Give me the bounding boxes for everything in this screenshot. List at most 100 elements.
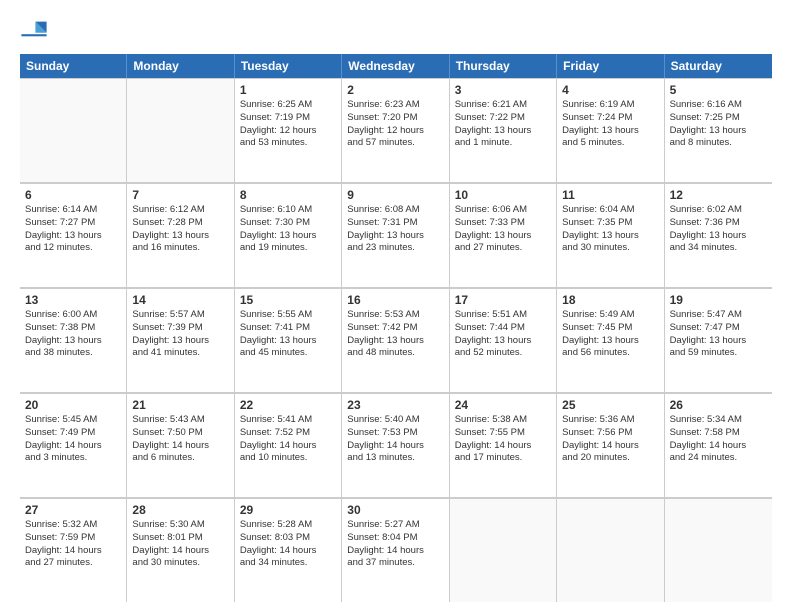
cell-line-27-1: Sunset: 7:59 PM	[25, 532, 121, 545]
cell-line-20-2: Daylight: 14 hours	[25, 440, 121, 453]
day-number-9: 9	[347, 188, 443, 202]
header-wednesday: Wednesday	[342, 54, 449, 78]
logo	[20, 16, 52, 44]
calendar-header: SundayMondayTuesdayWednesdayThursdayFrid…	[20, 54, 772, 78]
cell-line-3-2: Daylight: 13 hours	[455, 125, 551, 138]
header	[20, 16, 772, 44]
day-cell-7: 7Sunrise: 6:12 AMSunset: 7:28 PMDaylight…	[127, 183, 234, 287]
cell-line-18-0: Sunrise: 5:49 AM	[562, 309, 658, 322]
cell-line-30-0: Sunrise: 5:27 AM	[347, 519, 443, 532]
cell-line-21-2: Daylight: 14 hours	[132, 440, 228, 453]
cell-line-14-3: and 41 minutes.	[132, 347, 228, 360]
day-cell-3: 3 Sunrise: 6:21 AMSunset: 7:22 PMDaylight…	[450, 78, 557, 182]
cell-line-22-0: Sunrise: 5:41 AM	[240, 414, 336, 427]
cell-line-8-1: Sunset: 7:30 PM	[240, 217, 336, 230]
cell-line-5-0: Sunrise: 6:16 AM	[670, 99, 767, 112]
cell-line-12-3: and 34 minutes.	[670, 242, 767, 255]
day-number-17: 17	[455, 293, 551, 307]
week-row-4: 20Sunrise: 5:45 AMSunset: 7:49 PMDayligh…	[20, 393, 772, 498]
week-row-1: 1Sunrise: 6:25 AMSunset: 7:19 PMDaylight…	[20, 78, 772, 183]
cell-line-6-3: and 12 minutes.	[25, 242, 121, 255]
cell-line-7-1: Sunset: 7:28 PM	[132, 217, 228, 230]
day-number-5: 5	[670, 83, 767, 97]
cell-line-17-1: Sunset: 7:44 PM	[455, 322, 551, 335]
cell-line-12-2: Daylight: 13 hours	[670, 230, 767, 243]
cell-line-15-0: Sunrise: 5:55 AM	[240, 309, 336, 322]
empty-cell	[450, 498, 557, 602]
day-number-3: 3	[455, 83, 551, 97]
cell-line-30-3: and 37 minutes.	[347, 557, 443, 570]
cell-line-9-1: Sunset: 7:31 PM	[347, 217, 443, 230]
cell-line-3-0: Sunrise: 6:21 AM	[455, 99, 551, 112]
cell-line-29-1: Sunset: 8:03 PM	[240, 532, 336, 545]
page: SundayMondayTuesdayWednesdayThursdayFrid…	[0, 0, 792, 612]
day-cell-20: 20Sunrise: 5:45 AMSunset: 7:49 PMDayligh…	[20, 393, 127, 497]
cell-line-18-3: and 56 minutes.	[562, 347, 658, 360]
day-number-22: 22	[240, 398, 336, 412]
cell-line-16-0: Sunrise: 5:53 AM	[347, 309, 443, 322]
cell-line-27-2: Daylight: 14 hours	[25, 545, 121, 558]
cell-line-15-3: and 45 minutes.	[240, 347, 336, 360]
day-cell-2: 2Sunrise: 6:23 AMSunset: 7:20 PMDaylight…	[342, 78, 449, 182]
cell-line-14-1: Sunset: 7:39 PM	[132, 322, 228, 335]
cell-line-20-1: Sunset: 7:49 PM	[25, 427, 121, 440]
cell-line-9-3: and 23 minutes.	[347, 242, 443, 255]
cell-line-2-1: Sunset: 7:20 PM	[347, 112, 443, 125]
cell-line-23-3: and 13 minutes.	[347, 452, 443, 465]
day-number-15: 15	[240, 293, 336, 307]
cell-line-23-2: Daylight: 14 hours	[347, 440, 443, 453]
day-cell-6: 6Sunrise: 6:14 AMSunset: 7:27 PMDaylight…	[20, 183, 127, 287]
cell-line-25-3: and 20 minutes.	[562, 452, 658, 465]
cell-line-13-1: Sunset: 7:38 PM	[25, 322, 121, 335]
cell-line-12-0: Sunrise: 6:02 AM	[670, 204, 767, 217]
cell-line-18-1: Sunset: 7:45 PM	[562, 322, 658, 335]
cell-line-19-2: Daylight: 13 hours	[670, 335, 767, 348]
cell-line-28-3: and 30 minutes.	[132, 557, 228, 570]
cell-line-1-3: and 53 minutes.	[240, 137, 336, 150]
day-number-8: 8	[240, 188, 336, 202]
cell-line-25-0: Sunrise: 5:36 AM	[562, 414, 658, 427]
cell-line-11-1: Sunset: 7:35 PM	[562, 217, 658, 230]
day-number-4: 4	[562, 83, 658, 97]
day-number-23: 23	[347, 398, 443, 412]
cell-line-11-2: Daylight: 13 hours	[562, 230, 658, 243]
cell-line-19-0: Sunrise: 5:47 AM	[670, 309, 767, 322]
week-row-5: 27Sunrise: 5:32 AMSunset: 7:59 PMDayligh…	[20, 498, 772, 602]
cell-line-8-3: and 19 minutes.	[240, 242, 336, 255]
cell-line-7-3: and 16 minutes.	[132, 242, 228, 255]
cell-line-12-1: Sunset: 7:36 PM	[670, 217, 767, 230]
cell-line-6-0: Sunrise: 6:14 AM	[25, 204, 121, 217]
empty-cell	[20, 78, 127, 182]
cell-line-10-1: Sunset: 7:33 PM	[455, 217, 551, 230]
cell-line-3-3: and 1 minute.	[455, 137, 551, 150]
cell-line-14-2: Daylight: 13 hours	[132, 335, 228, 348]
cell-line-24-2: Daylight: 14 hours	[455, 440, 551, 453]
cell-line-28-0: Sunrise: 5:30 AM	[132, 519, 228, 532]
week-row-2: 6Sunrise: 6:14 AMSunset: 7:27 PMDaylight…	[20, 183, 772, 288]
cell-line-30-1: Sunset: 8:04 PM	[347, 532, 443, 545]
day-number-26: 26	[670, 398, 767, 412]
cell-line-17-2: Daylight: 13 hours	[455, 335, 551, 348]
cell-line-6-2: Daylight: 13 hours	[25, 230, 121, 243]
day-cell-29: 29Sunrise: 5:28 AMSunset: 8:03 PMDayligh…	[235, 498, 342, 602]
cell-line-4-2: Daylight: 13 hours	[562, 125, 658, 138]
cell-line-26-3: and 24 minutes.	[670, 452, 767, 465]
cell-line-29-3: and 34 minutes.	[240, 557, 336, 570]
cell-line-9-0: Sunrise: 6:08 AM	[347, 204, 443, 217]
cell-line-3-1: Sunset: 7:22 PM	[455, 112, 551, 125]
day-cell-13: 13Sunrise: 6:00 AMSunset: 7:38 PMDayligh…	[20, 288, 127, 392]
cell-line-9-2: Daylight: 13 hours	[347, 230, 443, 243]
cell-line-22-2: Daylight: 14 hours	[240, 440, 336, 453]
day-cell-25: 25Sunrise: 5:36 AMSunset: 7:56 PMDayligh…	[557, 393, 664, 497]
cell-line-22-3: and 10 minutes.	[240, 452, 336, 465]
cell-line-17-0: Sunrise: 5:51 AM	[455, 309, 551, 322]
day-number-12: 12	[670, 188, 767, 202]
cell-line-29-0: Sunrise: 5:28 AM	[240, 519, 336, 532]
cell-line-10-3: and 27 minutes.	[455, 242, 551, 255]
day-cell-23: 23Sunrise: 5:40 AMSunset: 7:53 PMDayligh…	[342, 393, 449, 497]
cell-line-13-0: Sunrise: 6:00 AM	[25, 309, 121, 322]
cell-line-6-1: Sunset: 7:27 PM	[25, 217, 121, 230]
day-number-14: 14	[132, 293, 228, 307]
day-cell-26: 26Sunrise: 5:34 AMSunset: 7:58 PMDayligh…	[665, 393, 772, 497]
day-cell-15: 15Sunrise: 5:55 AMSunset: 7:41 PMDayligh…	[235, 288, 342, 392]
